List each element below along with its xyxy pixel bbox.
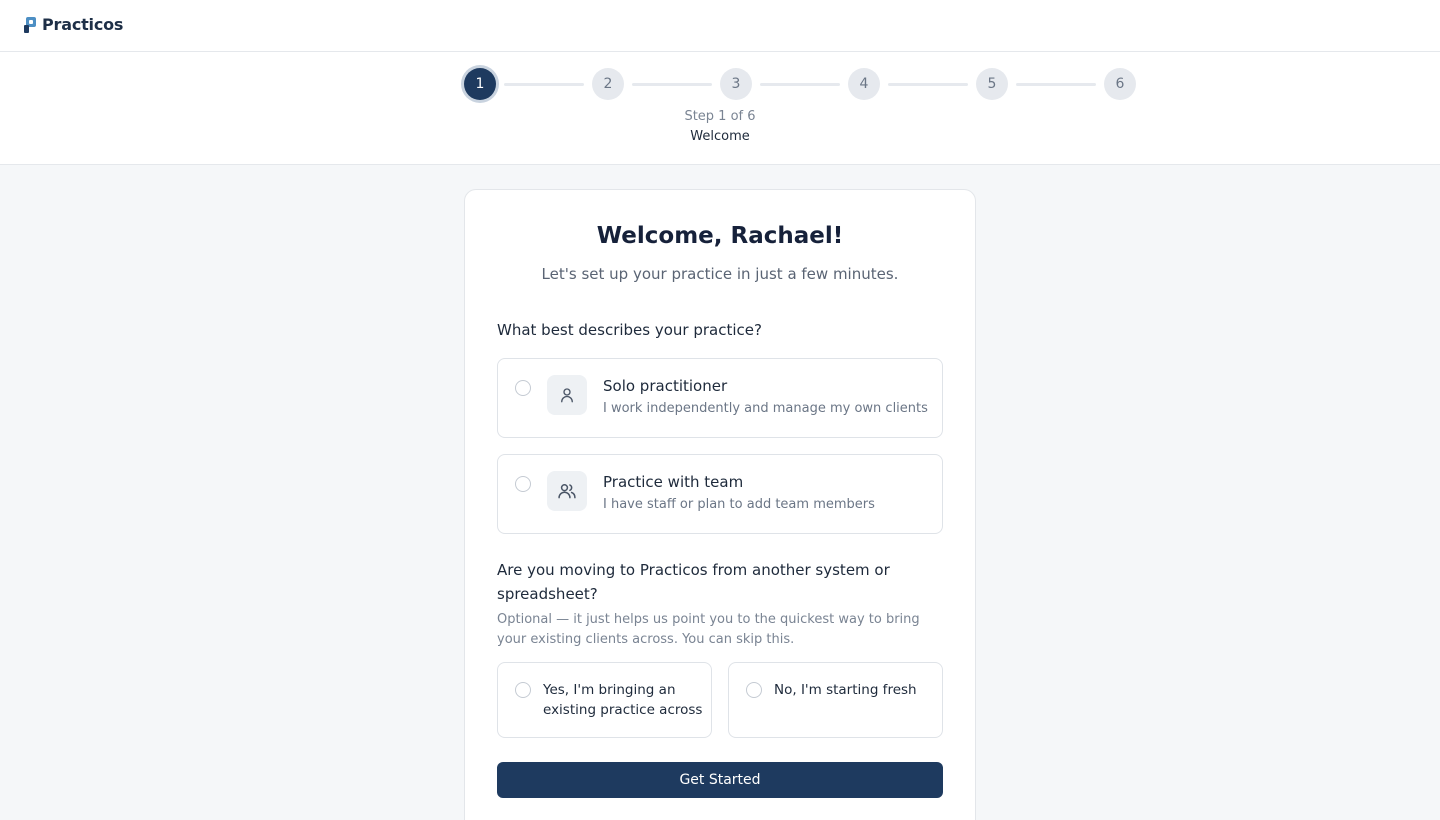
get-started-button[interactable]: Get Started [497, 762, 943, 798]
step-name: Welcome [690, 129, 750, 144]
option-starting-fresh[interactable]: No, I'm starting fresh [728, 662, 943, 738]
page-subtitle: Let's set up your practice in just a few… [541, 265, 899, 283]
onboarding-stepper: 1 2 3 4 5 6 Step 1 of 6 Welcome [0, 52, 1440, 165]
step-connector [888, 83, 968, 86]
radio-practice-with-team[interactable] [515, 476, 531, 492]
top-bar: Practicos [0, 0, 1440, 52]
option-title: Practice with team [603, 473, 744, 491]
step-indicator-3: 3 [720, 68, 752, 100]
option-migrating-yes[interactable]: Yes, I'm bringing an existing practice a… [497, 662, 712, 738]
radio-solo-practitioner[interactable] [515, 380, 531, 396]
option-solo-practitioner[interactable]: Solo practitioner I work independently a… [497, 358, 943, 438]
option-label: Yes, I'm bringing an existing practice a… [543, 682, 703, 718]
step-indicator-1: 1 [464, 68, 496, 100]
step-connector [632, 83, 712, 86]
migration-question: Are you moving to Practicos from another… [497, 561, 890, 603]
migration-help-text: Optional — it just helps us point you to… [497, 612, 920, 647]
step-indicator-4: 4 [848, 68, 880, 100]
welcome-card: Welcome, Rachael! Let's set up your prac… [464, 189, 976, 820]
step-indicator-2: 2 [592, 68, 624, 100]
step-connector [504, 83, 584, 86]
users-icon [547, 471, 587, 511]
option-practice-with-team[interactable]: Practice with team I have staff or plan … [497, 454, 943, 534]
practice-type-question: What best describes your practice? [497, 321, 762, 339]
option-label: No, I'm starting fresh [774, 682, 917, 698]
brand-logo[interactable]: Practicos [24, 15, 123, 34]
step-caption: Step 1 of 6 [684, 109, 756, 124]
logo-icon [24, 16, 38, 34]
user-icon [547, 375, 587, 415]
page-title: Welcome, Rachael! [596, 223, 844, 249]
option-description: I work independently and manage my own c… [603, 401, 928, 416]
step-indicator-5: 5 [976, 68, 1008, 100]
step-indicator-6: 6 [1104, 68, 1136, 100]
step-connector [760, 83, 840, 86]
option-description: I have staff or plan to add team members [603, 497, 875, 512]
step-connector [1016, 83, 1096, 86]
option-title: Solo practitioner [603, 377, 728, 395]
radio-migrating-yes[interactable] [515, 682, 531, 698]
brand-name: Practicos [42, 15, 124, 34]
radio-starting-fresh[interactable] [746, 682, 762, 698]
